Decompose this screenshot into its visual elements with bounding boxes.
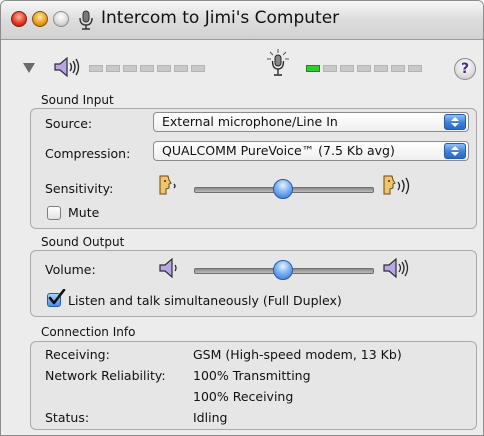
reliability-receiving-value: 100% Receiving	[193, 389, 294, 404]
microphone-icon	[267, 49, 289, 76]
output-level-meter	[89, 65, 205, 72]
input-level-meter	[306, 65, 422, 72]
network-reliability-label: Network Reliability:	[45, 368, 166, 383]
meter-segment	[140, 65, 154, 72]
meter-segment	[89, 65, 103, 72]
compression-label: Compression:	[45, 146, 131, 161]
zoom-icon[interactable]	[53, 11, 69, 27]
disclosure-triangle-icon[interactable]	[23, 63, 35, 73]
meter-segment	[391, 65, 405, 72]
mute-label: Mute	[68, 205, 100, 220]
speaking-head-icon	[159, 175, 176, 195]
meter-segment	[408, 65, 422, 72]
meter-segment	[306, 65, 320, 72]
source-label: Source:	[45, 116, 93, 131]
sensitivity-slider-thumb[interactable]	[273, 179, 293, 199]
full-duplex-label: Listen and talk simultaneously (Full Dup…	[68, 293, 342, 308]
volume-slider-thumb[interactable]	[273, 260, 293, 280]
meter-segment	[374, 65, 388, 72]
meter-segment	[123, 65, 137, 72]
compression-value: QUALCOMM PureVoice™ (7.5 Kb avg)	[162, 143, 395, 158]
intercom-app-icon	[79, 10, 93, 30]
source-value: External microphone/Line In	[162, 114, 338, 129]
speaker-quiet-icon	[159, 257, 177, 279]
close-icon[interactable]	[11, 11, 27, 27]
meter-segment	[357, 65, 371, 72]
receiving-label: Receiving:	[45, 347, 110, 362]
meter-segment	[157, 65, 171, 72]
connection-info-section-label: Connection Info	[41, 325, 136, 339]
speaker-loud-icon	[383, 257, 409, 279]
meter-segment	[323, 65, 337, 72]
select-arrows-icon	[444, 114, 466, 130]
receiving-value: GSM (High-speed modem, 13 Kb)	[193, 347, 402, 362]
sound-input-section-label: Sound Input	[41, 93, 114, 107]
status-label: Status:	[45, 410, 90, 425]
meter-segment	[340, 65, 354, 72]
speaker-icon	[54, 56, 80, 78]
meter-segment	[191, 65, 205, 72]
help-icon: ?	[460, 61, 470, 77]
minimize-icon[interactable]	[32, 11, 48, 27]
sound-output-section-label: Sound Output	[41, 235, 125, 249]
window-title: Intercom to Jimi's Computer	[101, 8, 340, 28]
select-arrows-icon	[444, 143, 466, 159]
volume-label: Volume:	[45, 262, 96, 277]
checkmark-icon	[48, 289, 66, 305]
source-select[interactable]: External microphone/Line In	[153, 112, 469, 132]
status-value: Idling	[193, 410, 228, 425]
speaking-head-loud-icon	[383, 175, 410, 195]
help-button[interactable]: ?	[454, 58, 476, 80]
compression-select[interactable]: QUALCOMM PureVoice™ (7.5 Kb avg)	[153, 141, 469, 161]
title-bar[interactable]: Intercom to Jimi's Computer	[1, 1, 483, 40]
sensitivity-label: Sensitivity:	[45, 181, 114, 196]
meter-segment	[174, 65, 188, 72]
intercom-window: Intercom to Jimi's Computer ? Sound Inpu…	[0, 0, 484, 436]
mute-checkbox[interactable]	[47, 206, 61, 220]
full-duplex-checkbox[interactable]	[47, 289, 66, 307]
meter-segment	[106, 65, 120, 72]
reliability-transmitting-value: 100% Transmitting	[193, 368, 311, 383]
